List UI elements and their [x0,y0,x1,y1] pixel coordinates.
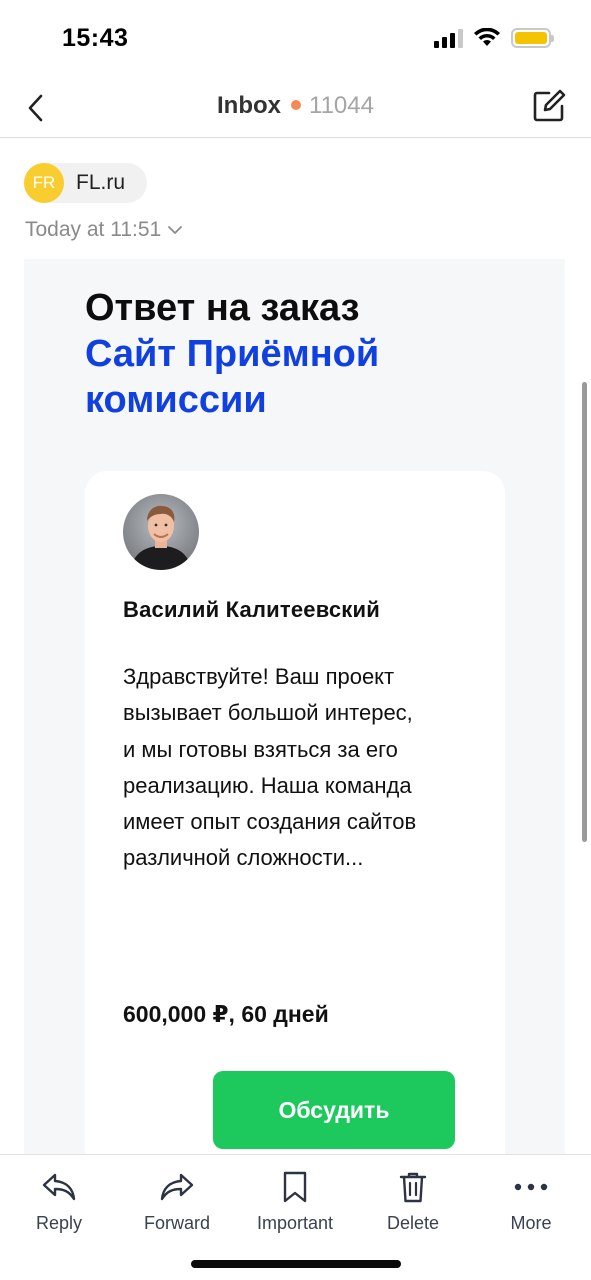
more-dots-icon [514,1183,548,1191]
message-text: Здравствуйте! Ваш проект вызывает большо… [123,664,417,871]
price-terms: 600,000 ₽, 60 дней [123,1001,329,1027]
reply-button[interactable]: Reply [0,1167,118,1234]
chevron-down-icon [168,226,183,234]
sender-chip[interactable]: FR FL.ru [24,163,148,203]
forward-button[interactable]: Forward [118,1167,236,1234]
unread-count: 11044 [309,92,374,119]
discuss-button[interactable]: Обсудить [213,1071,455,1149]
sender-avatar: FR [24,163,64,203]
home-indicator[interactable] [191,1260,401,1268]
nav-bar: Inbox 11044 [0,80,591,138]
status-bar: 15:43 [0,0,591,80]
compose-icon [533,89,566,122]
trash-icon [399,1172,427,1203]
scrollbar[interactable] [582,382,587,842]
email-date[interactable]: Today at 11:51 [25,218,183,242]
email-body: Ответ на заказ Сайт Приёмной комиссии Ва… [24,259,565,1159]
battery-icon [511,28,554,48]
delete-label: Delete [386,1213,440,1233]
forward-label: Forward [143,1213,210,1233]
email-headline: Ответ на заказ Сайт Приёмной комиссии [85,285,505,423]
author-name: Василий Калитеевский [123,597,380,622]
reply-icon [42,1173,76,1201]
delete-button[interactable]: Delete [354,1167,472,1234]
more-label: More [510,1213,552,1233]
author-avatar [123,494,199,570]
mailbox-name: Inbox [217,92,282,119]
bookmark-icon [283,1171,307,1203]
important-label: Important [256,1213,334,1233]
cellular-signal-icon [434,28,463,48]
reply-label: Reply [35,1213,83,1233]
status-time: 15:43 [62,24,129,52]
important-button[interactable]: Important [236,1167,354,1234]
wifi-icon [474,28,500,46]
sender-name: FL.ru [76,171,126,194]
status-icons [434,28,554,48]
forward-icon [160,1173,194,1201]
nav-title: Inbox 11044 [0,92,591,120]
headline-project-link[interactable]: Сайт Приёмной комиссии [85,331,505,423]
headline-title: Ответ на заказ [85,287,360,329]
more-button[interactable]: More [472,1167,590,1234]
email-date-text: Today at 11:51 [25,218,162,241]
response-card: Василий Калитеевский Здравствуйте! Ваш п… [85,471,505,1159]
unread-dot-icon [291,100,302,111]
compose-button[interactable] [529,86,569,126]
